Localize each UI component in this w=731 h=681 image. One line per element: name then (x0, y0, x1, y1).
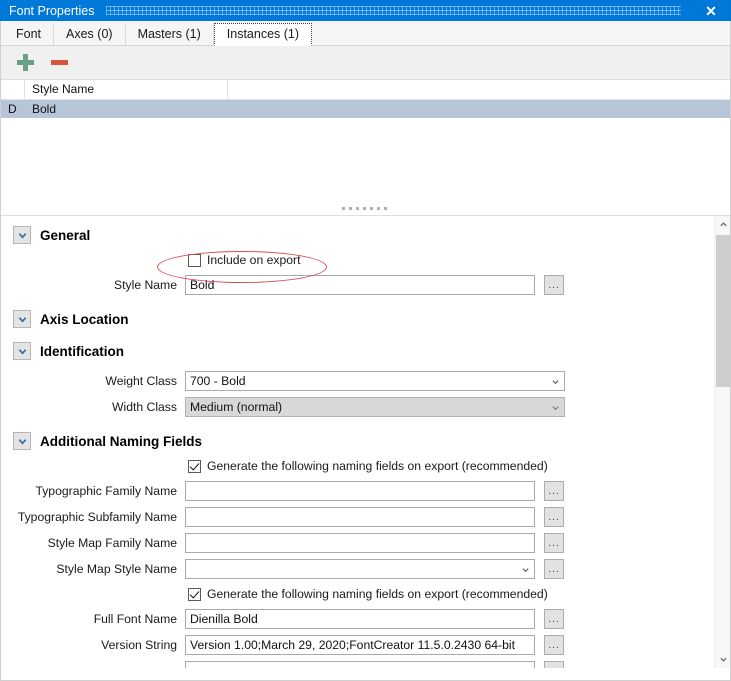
weight-class-label: Weight Class (105, 374, 177, 388)
tabstrip: Font Axes (0) Masters (1) Instances (1) (0, 21, 731, 46)
tab-masters[interactable]: Masters (1) (125, 24, 214, 45)
splitter-grip-icon (342, 207, 389, 210)
chevron-down-icon[interactable] (13, 342, 31, 360)
width-class-label: Width Class (111, 400, 177, 414)
style-map-family-name-browse-button[interactable]: ... (544, 533, 564, 553)
window-title: Font Properties (9, 3, 95, 18)
minus-icon (50, 60, 68, 65)
weight-class-row: Weight Class 700 - Bold (0, 368, 714, 394)
instances-listview[interactable]: Style Name D Bold (0, 80, 731, 202)
typographic-family-name-row: Typographic Family Name ... (0, 478, 714, 504)
section-title-additional-naming-fields: Additional Naming Fields (40, 433, 203, 449)
table-row[interactable]: D Bold (0, 100, 731, 118)
section-title-identification: Identification (40, 343, 124, 359)
style-name-browse-button[interactable]: ... (544, 275, 564, 295)
weight-class-value: 700 - Bold (190, 374, 246, 388)
chevron-down-icon[interactable] (13, 226, 31, 244)
weight-class-select[interactable]: 700 - Bold (185, 371, 565, 391)
style-name-row: Style Name Bold ... (0, 272, 714, 298)
include-on-export-row[interactable]: Include on export (0, 248, 714, 272)
typographic-family-name-browse-button[interactable]: ... (544, 481, 564, 501)
section-general[interactable]: General (0, 222, 714, 248)
next-field-row: ... (0, 658, 714, 668)
chevron-down-icon (546, 403, 564, 412)
width-class-value: Medium (normal) (190, 400, 283, 414)
version-string-row: Version String Version 1.00;March 29, 20… (0, 632, 714, 658)
section-additional-naming-fields[interactable]: Additional Naming Fields (0, 428, 714, 454)
include-on-export-checkbox[interactable] (188, 253, 201, 267)
typographic-family-name-input[interactable] (185, 481, 535, 501)
style-name-label: Style Name (114, 278, 177, 292)
chevron-down-icon[interactable] (13, 432, 31, 450)
version-string-input[interactable]: Version 1.00;March 29, 2020;FontCreator … (185, 635, 535, 655)
generate-naming-fields-checkbox-1[interactable] (188, 459, 201, 473)
next-field-input[interactable] (185, 661, 535, 668)
add-instance-button[interactable] (12, 50, 38, 76)
chevron-down-icon (516, 565, 534, 574)
include-on-export-label: Include on export (207, 253, 301, 267)
grid-header: Style Name (0, 80, 731, 100)
generate-naming-fields-checkbox-2[interactable] (188, 587, 201, 601)
scroll-up-icon[interactable] (715, 216, 731, 233)
plus-icon (16, 54, 34, 71)
style-map-family-name-label: Style Map Family Name (47, 536, 177, 550)
tab-axes[interactable]: Axes (0) (54, 24, 126, 45)
chevron-down-icon[interactable] (13, 310, 31, 328)
row-style-name: Bold (32, 102, 57, 116)
generate-naming-fields-label-2: Generate the following naming fields on … (207, 587, 548, 601)
chevron-down-icon (546, 377, 564, 386)
generate-naming-fields-label-1: Generate the following naming fields on … (207, 459, 548, 473)
style-map-style-name-row: Style Map Style Name ... (0, 556, 714, 582)
version-string-browse-button[interactable]: ... (544, 635, 564, 655)
remove-instance-button[interactable] (46, 50, 72, 76)
width-class-select[interactable]: Medium (normal) (185, 397, 565, 417)
section-title-general: General (40, 227, 91, 243)
pane-splitter[interactable] (0, 202, 731, 216)
typographic-subfamily-name-label: Typographic Subfamily Name (17, 510, 177, 524)
style-map-style-name-label: Style Map Style Name (56, 562, 177, 576)
generate-naming-fields-row-1[interactable]: Generate the following naming fields on … (0, 454, 714, 478)
row-flag: D (8, 102, 17, 116)
section-identification[interactable]: Identification (0, 338, 714, 364)
typographic-subfamily-name-input[interactable] (185, 507, 535, 527)
scroll-down-icon[interactable] (715, 651, 731, 668)
section-axis-location[interactable]: Axis Location (0, 306, 714, 332)
typographic-subfamily-name-row: Typographic Subfamily Name ... (0, 504, 714, 530)
column-header-gutter[interactable] (0, 80, 25, 99)
tab-instances[interactable]: Instances (1) (213, 23, 313, 46)
style-map-style-name-select[interactable] (185, 559, 535, 579)
close-icon[interactable]: ✕ (691, 0, 731, 21)
full-font-name-row: Full Font Name Dienilla Bold ... (0, 606, 714, 632)
column-header-style-name[interactable]: Style Name (25, 80, 228, 99)
window-titlebar: Font Properties ✕ (0, 0, 731, 21)
style-name-input[interactable]: Bold (185, 275, 535, 295)
column-header-extra[interactable] (228, 80, 731, 99)
titlebar-drag-grip[interactable] (106, 6, 681, 15)
full-font-name-label: Full Font Name (93, 612, 177, 626)
style-map-family-name-row: Style Map Family Name ... (0, 530, 714, 556)
scrollbar-thumb[interactable] (716, 235, 730, 387)
instances-toolbar (0, 46, 731, 80)
section-title-axis-location: Axis Location (40, 311, 129, 327)
typographic-family-name-label: Typographic Family Name (35, 484, 177, 498)
properties-pane: General Include on export Style Name Bol… (0, 216, 731, 668)
next-field-browse-button[interactable]: ... (544, 661, 564, 668)
style-map-style-name-browse-button[interactable]: ... (544, 559, 564, 579)
full-font-name-input[interactable]: Dienilla Bold (185, 609, 535, 629)
version-string-label: Version String (101, 638, 177, 652)
tab-font[interactable]: Font (3, 24, 55, 45)
generate-naming-fields-row-2[interactable]: Generate the following naming fields on … (0, 582, 714, 606)
width-class-row: Width Class Medium (normal) (0, 394, 714, 420)
typographic-subfamily-name-browse-button[interactable]: ... (544, 507, 564, 527)
style-map-family-name-input[interactable] (185, 533, 535, 553)
properties-vertical-scrollbar[interactable] (714, 216, 731, 668)
full-font-name-browse-button[interactable]: ... (544, 609, 564, 629)
